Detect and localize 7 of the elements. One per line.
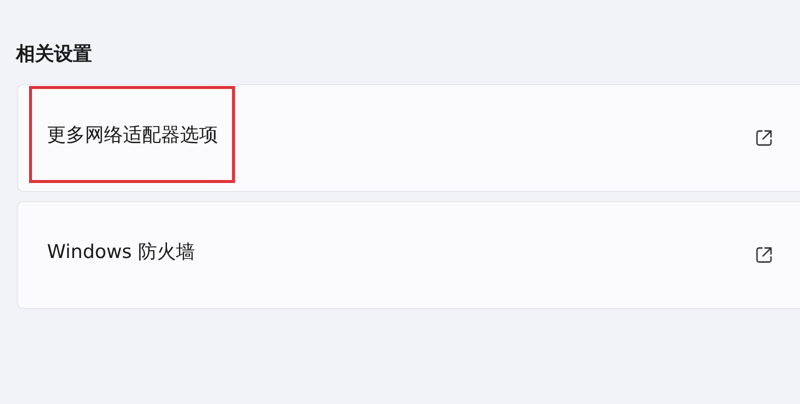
settings-link-card[interactable]: 更多网络适配器选项 bbox=[17, 84, 800, 192]
section-title: 相关设置 bbox=[16, 42, 93, 67]
link-label: 更多网络适配器选项 bbox=[47, 122, 218, 148]
external-link-icon bbox=[754, 128, 774, 148]
settings-link-card[interactable]: Windows 防火墙 bbox=[17, 201, 800, 309]
link-label: Windows 防火墙 bbox=[47, 240, 195, 264]
external-link-icon bbox=[754, 245, 774, 265]
